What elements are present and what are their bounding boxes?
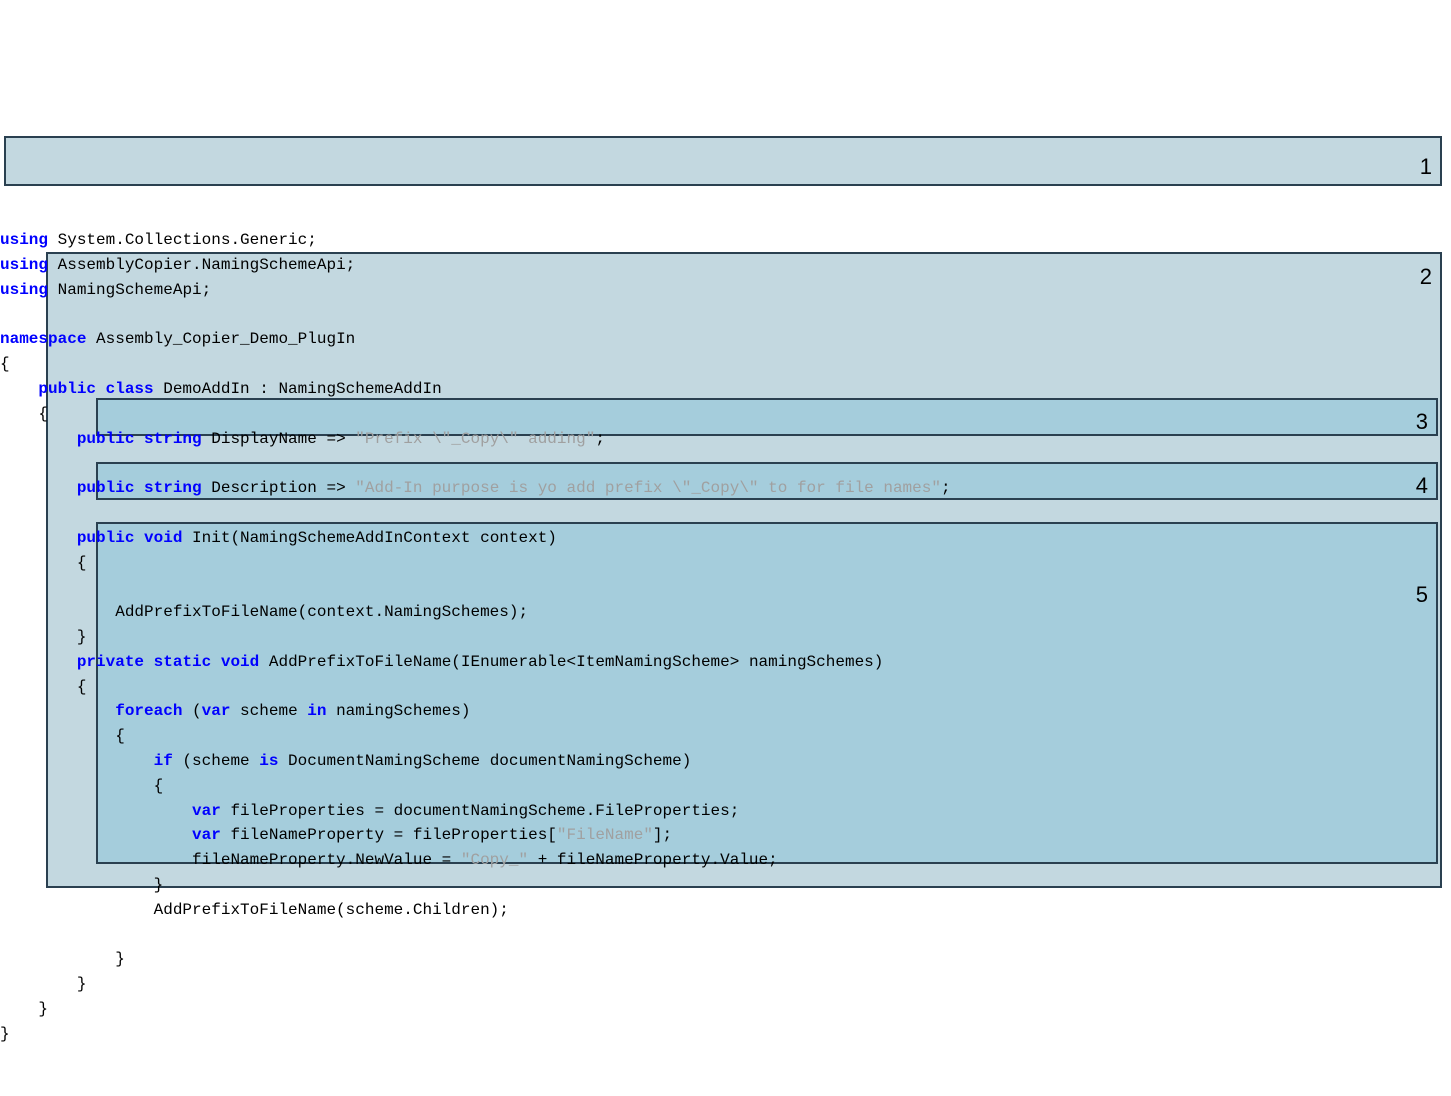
ident: scheme [230, 702, 307, 720]
keyword-string: string [134, 479, 201, 497]
stmt: ]; [653, 826, 672, 844]
keyword-is: is [259, 752, 278, 770]
box-number-1: 1 [1420, 150, 1432, 184]
brace: } [0, 1025, 10, 1043]
highlight-box-1: 1 [4, 136, 1442, 186]
brace: } [0, 876, 163, 894]
brace: { [0, 554, 86, 572]
keyword-var: var [0, 826, 221, 844]
string-literal: "Prefix \"_Copy\" adding" [355, 430, 595, 448]
brace: } [0, 950, 125, 968]
stmt: fileNameProperty.NewValue = [0, 851, 461, 869]
string-literal: "Add-In purpose is yo add prefix \"_Copy… [355, 479, 941, 497]
keyword-public: public [0, 529, 134, 547]
keyword-if: if [0, 752, 173, 770]
namespace-text: AssemblyCopier.NamingSchemeApi; [48, 256, 355, 274]
namespace-name: Assembly_Copier_Demo_PlugIn [86, 330, 355, 348]
brace: { [0, 727, 125, 745]
method-call: AddPrefixToFileName(context.NamingScheme… [0, 603, 528, 621]
keyword-public: public [0, 430, 134, 448]
brace: { [0, 678, 86, 696]
code-screenshot: 1 2 3 4 5 using System.Collections.Gener… [0, 104, 1451, 903]
keyword-using: using [0, 231, 48, 249]
keyword-var: var [202, 702, 231, 720]
keyword-foreach: foreach [0, 702, 182, 720]
keyword-in: in [307, 702, 326, 720]
stmt: fileNameProperty = fileProperties[ [221, 826, 557, 844]
method-sig: AddPrefixToFileName(IEnumerable<ItemNami… [259, 653, 883, 671]
class-decl: DemoAddIn : NamingSchemeAddIn [154, 380, 442, 398]
brace: } [0, 1000, 48, 1018]
keyword-private: private [0, 653, 144, 671]
keyword-static: static [144, 653, 211, 671]
keyword-void: void [134, 529, 182, 547]
keyword-var: var [0, 802, 221, 820]
keyword-void: void [211, 653, 259, 671]
method-sig: Init(NamingSchemeAddInContext context) [182, 529, 556, 547]
brace: } [0, 628, 86, 646]
ident: namingSchemes) [326, 702, 470, 720]
ident: (scheme [173, 752, 259, 770]
brace: { [0, 355, 10, 373]
keyword-class: class [96, 380, 154, 398]
method-call: AddPrefixToFileName(scheme.Children); [0, 901, 509, 919]
keyword-using: using [0, 256, 48, 274]
namespace-text: NamingSchemeApi; [48, 281, 211, 299]
string-literal: "Copy_" [461, 851, 528, 869]
semicolon: ; [595, 430, 605, 448]
string-literal: "FileName" [557, 826, 653, 844]
keyword-public: public [0, 479, 134, 497]
brace: { [0, 777, 163, 795]
paren: ( [182, 702, 201, 720]
keyword-namespace: namespace [0, 330, 86, 348]
semicolon: ; [941, 479, 951, 497]
keyword-string: string [134, 430, 201, 448]
code-content: using System.Collections.Generic; using … [0, 228, 1451, 1046]
ident: DocumentNamingScheme documentNamingSchem… [278, 752, 691, 770]
stmt: fileProperties = documentNamingScheme.Fi… [221, 802, 739, 820]
namespace-text: System.Collections.Generic; [48, 231, 317, 249]
prop-name: DisplayName => [202, 430, 356, 448]
brace: { [0, 405, 48, 423]
prop-name: Description => [202, 479, 356, 497]
keyword-public: public [0, 380, 96, 398]
stmt: + fileNameProperty.Value; [528, 851, 778, 869]
keyword-using: using [0, 281, 48, 299]
brace: } [0, 975, 86, 993]
